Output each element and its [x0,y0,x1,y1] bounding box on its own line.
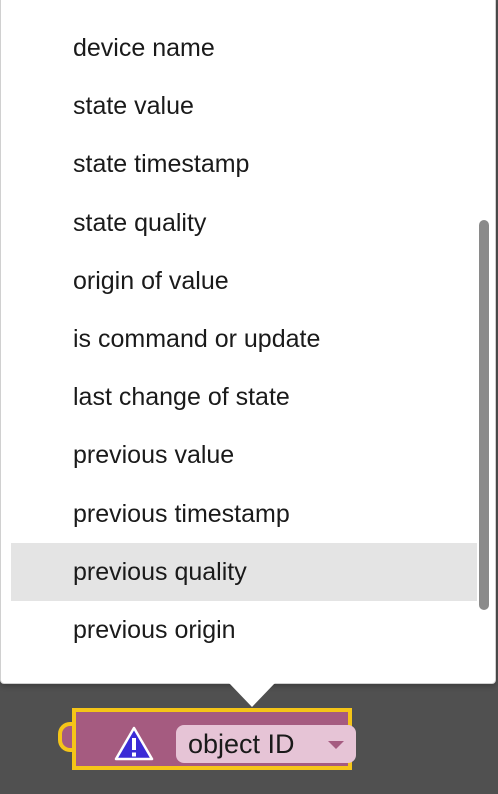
scrollbar-thumb[interactable] [479,220,489,610]
menu-list: device name state value state timestamp … [1,19,477,659]
menu-item-is-command-or-update[interactable]: is command or update [11,310,477,368]
menu-item-previous-timestamp[interactable]: previous timestamp [11,485,477,543]
warning-icon[interactable] [114,726,154,762]
menu-item-origin-of-value[interactable]: origin of value [11,252,477,310]
object-id-block[interactable]: object ID [58,708,356,770]
block-body[interactable]: object ID [72,708,356,770]
menu-item-state-value[interactable]: state value [11,77,477,135]
object-id-label: object ID [188,729,295,759]
dropdown-menu: device name state value state timestamp … [0,0,496,684]
dropdown-pointer [229,683,275,707]
chevron-down-icon [328,741,344,749]
menu-item-state-quality[interactable]: state quality [11,194,477,252]
object-id-dropdown[interactable]: object ID [176,725,356,763]
menu-item-previous-origin[interactable]: previous origin [11,601,477,659]
scrollbar[interactable] [479,0,489,684]
menu-item-previous-value[interactable]: previous value [11,426,477,484]
menu-item-last-change-of-state[interactable]: last change of state [11,368,477,426]
menu-item-previous-quality[interactable]: previous quality [11,542,477,601]
menu-item-device-name[interactable]: device name [11,19,477,77]
menu-item-state-timestamp[interactable]: state timestamp [11,135,477,193]
